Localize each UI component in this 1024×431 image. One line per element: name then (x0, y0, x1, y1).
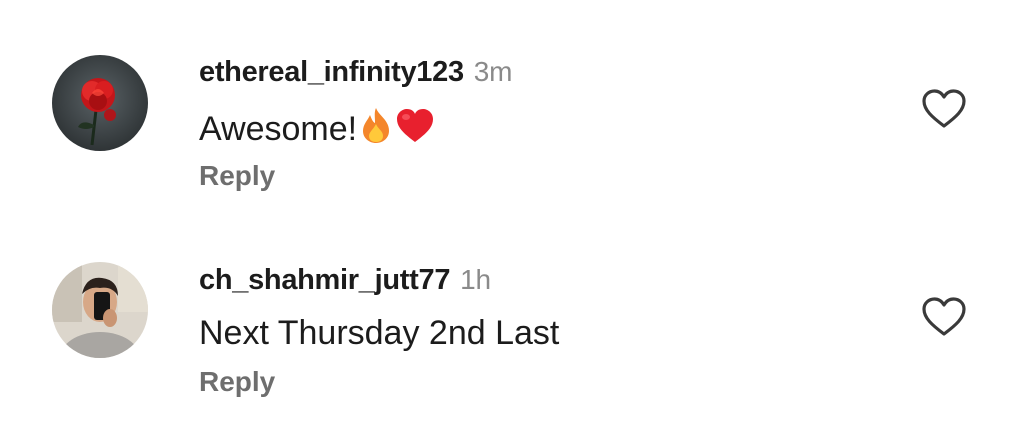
user-avatar[interactable] (52, 262, 148, 358)
comment-item: ch_shahmir_jutt77 1h Next Thursday 2nd La… (0, 206, 1024, 406)
reply-button[interactable]: Reply (199, 160, 275, 192)
comment-timestamp: 1h (460, 264, 491, 295)
heart-outline-icon (922, 89, 966, 128)
person-selfie-avatar-icon (52, 262, 148, 358)
comment-text: Awesome! (199, 106, 435, 153)
username[interactable]: ch_shahmir_jutt77 1h (199, 264, 491, 297)
comment-item: ethereal_infinity123 3m Awesome! Reply (0, 0, 1024, 200)
heart-outline-icon (922, 297, 966, 336)
username-text[interactable]: ch_shahmir_jutt77 (199, 264, 450, 296)
fire-emoji-icon (359, 106, 393, 153)
like-button[interactable] (921, 88, 967, 130)
comment-timestamp: 3m (473, 56, 513, 87)
username-text[interactable]: ethereal_infinity123 (199, 56, 464, 88)
comment-body: Awesome! (199, 110, 358, 148)
red-heart-emoji-icon (395, 108, 435, 153)
rose-avatar-icon (52, 55, 148, 151)
comment-text: Next Thursday 2nd Last (199, 314, 560, 352)
like-button[interactable] (921, 296, 967, 338)
username[interactable]: ethereal_infinity123 3m (199, 56, 512, 89)
reply-button[interactable]: Reply (199, 366, 275, 398)
user-avatar[interactable] (52, 55, 148, 151)
